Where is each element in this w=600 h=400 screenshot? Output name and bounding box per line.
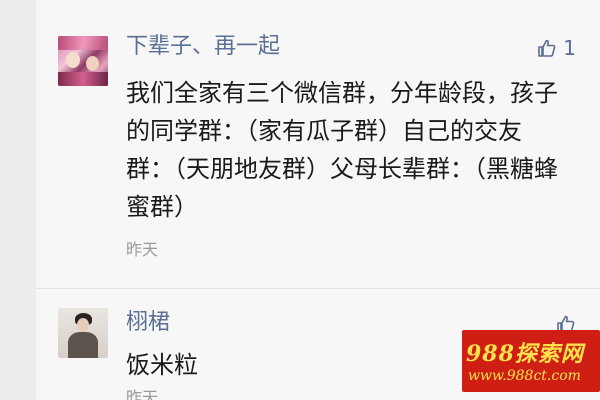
- avatar-photo-band: [58, 36, 108, 50]
- avatar-photo-body: [68, 332, 98, 358]
- avatar[interactable]: [58, 36, 108, 86]
- avatar-photo-face: [86, 56, 99, 71]
- comment-author[interactable]: 下辈子、再一起: [126, 33, 280, 61]
- comment-author[interactable]: 栩桾: [126, 309, 170, 337]
- avatar-photo-face: [66, 52, 80, 68]
- avatar[interactable]: [58, 308, 108, 358]
- screenshot-stage: 下辈子、再一起 1 我们全家有三个微信群，分年龄段，孩子的同学群：（家有瓜子群）…: [0, 0, 600, 400]
- like-button[interactable]: 1: [537, 36, 576, 60]
- comment-timestamp: 昨天: [126, 388, 159, 400]
- avatar-photo-face: [77, 318, 89, 332]
- watermark-title: 988探索网: [466, 341, 584, 367]
- comment-text: 我们全家有三个微信群，分年龄段，孩子的同学群：（家有瓜子群）自己的交友群：（天朋…: [126, 79, 558, 221]
- comment-timestamp: 昨天: [126, 240, 159, 259]
- thumbs-up-icon: [537, 38, 557, 58]
- comment-divider: [36, 288, 600, 289]
- avatar-photo-bottom: [58, 72, 108, 86]
- watermark-url: www.988ct.com: [468, 368, 581, 384]
- left-edge: [0, 0, 36, 400]
- like-count: 1: [563, 36, 576, 60]
- watermark-logo: 988探索网 www.988ct.com: [462, 330, 600, 392]
